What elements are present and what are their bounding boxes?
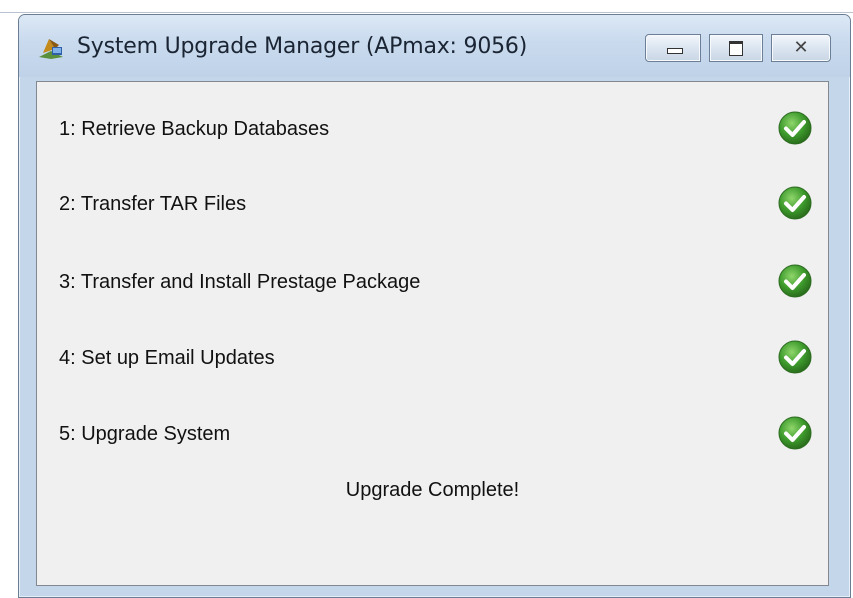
close-icon: ✕ (793, 37, 809, 58)
step-label: 2: Transfer TAR Files (59, 193, 247, 215)
maximize-icon (729, 41, 743, 56)
close-button[interactable]: ✕ (771, 34, 831, 62)
background-strip (0, 0, 853, 12)
step-label: 3: Transfer and Install Prestage Package (59, 271, 421, 293)
steps-panel: 1: Retrieve Backup Databases 2: Transfer… (36, 81, 829, 586)
maximize-button[interactable] (709, 34, 763, 62)
step-row-5: 5: Upgrade System (37, 409, 828, 459)
step-label: 1: Retrieve Backup Databases (59, 118, 330, 140)
check-icon (778, 264, 812, 298)
title-bar[interactable]: System Upgrade Manager (APmax: 9056) ✕ (19, 15, 850, 77)
minimize-icon (667, 48, 683, 54)
minimize-button[interactable] (645, 34, 701, 62)
step-row-3: 3: Transfer and Install Prestage Package (37, 257, 828, 307)
background-divider (0, 12, 853, 13)
step-label: 5: Upgrade System (59, 423, 231, 445)
step-row-4: 4: Set up Email Updates (37, 333, 828, 383)
upgrade-app-icon (39, 39, 63, 59)
step-label: 4: Set up Email Updates (59, 347, 275, 369)
status-message: Upgrade Complete! (345, 479, 520, 501)
upgrade-manager-window: System Upgrade Manager (APmax: 9056) ✕ 1… (18, 14, 851, 598)
check-icon (778, 416, 812, 450)
window-title: System Upgrade Manager (APmax: 9056) (77, 34, 528, 59)
check-icon (778, 111, 812, 145)
check-icon (778, 340, 812, 374)
step-row-1: 1: Retrieve Backup Databases (37, 104, 828, 154)
step-row-2: 2: Transfer TAR Files (37, 179, 828, 229)
check-icon (778, 186, 812, 220)
